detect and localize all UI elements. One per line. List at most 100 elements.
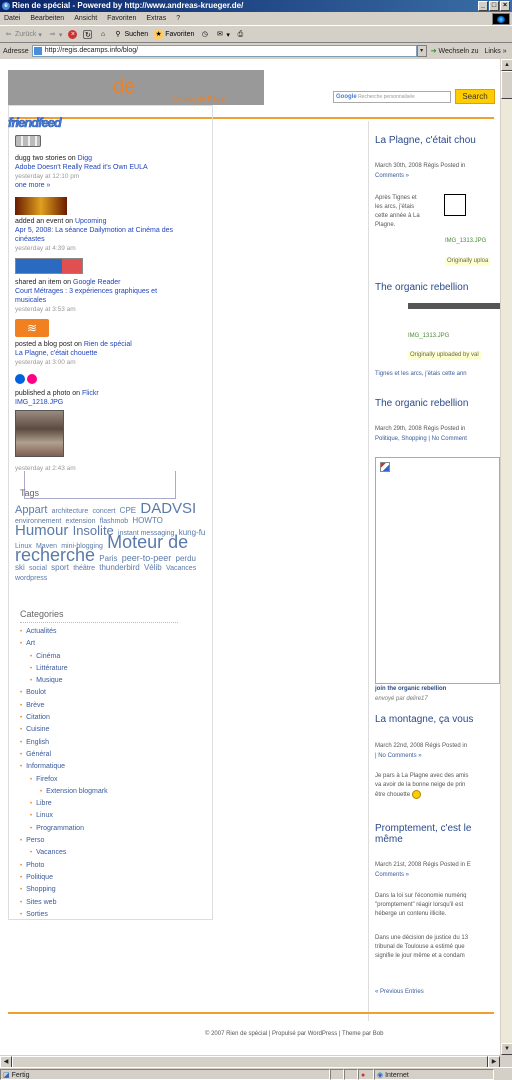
post-title-link[interactable]: La Plagne, c'était chou [375,135,476,146]
tag-link[interactable]: peer-to-peer [122,553,172,563]
post-title-link-continued[interactable]: même [375,834,403,845]
one-more-link[interactable]: one more » [15,181,148,190]
back-button[interactable]: ⇐ Zurück ▾ [4,30,42,39]
scroll-thumb[interactable] [501,71,512,99]
close-button[interactable]: × [500,1,510,11]
category-item[interactable]: • Boulot [20,687,108,699]
flickr-photo-thumbnail[interactable] [15,410,64,457]
feed-service-link[interactable]: Digg [78,155,92,162]
category-item[interactable]: • Politique [20,872,108,884]
category-item[interactable]: • Brève [20,700,108,712]
video-caption-link[interactable]: join the organic rebellion [375,685,446,694]
tag-link[interactable]: wordpress [15,575,47,582]
post-categories[interactable]: Politique, Shopping | No Comment [375,435,467,444]
go-button[interactable]: ➔ Wechseln zu [431,47,479,55]
post-comments-link[interactable]: | No Comments » [375,752,422,761]
stop-button[interactable]: × [68,30,78,39]
category-item[interactable]: • Musique [20,675,108,687]
category-item[interactable]: • Cuisine [20,724,108,736]
category-item[interactable]: • Vacances [20,847,108,859]
feed-title-link[interactable]: Apr 5, 2008: La séance Dailymotion at Ci… [15,226,185,244]
embedded-video[interactable] [375,457,500,684]
category-item[interactable]: • Shopping [20,884,108,896]
feed-title-link[interactable]: La Plagne, c'était chouette [15,349,132,358]
menu-help[interactable]: ? [176,15,180,22]
post-image[interactable] [444,194,466,216]
category-item[interactable]: • Extension blogmark [20,786,108,798]
post-title-link[interactable]: La montagne, ça vous [375,714,473,725]
favorites-button[interactable]: ★ Favoriten [154,30,194,39]
tag-link[interactable]: HOWTO [132,516,163,525]
scroll-up-button[interactable]: ▲ [501,59,512,71]
menu-favoriten[interactable]: Favoriten [107,15,136,22]
search-submit-button[interactable]: Search [455,89,495,104]
category-item[interactable]: • Littérature [20,663,108,675]
tag-link[interactable]: concert [92,508,115,515]
feed-title-link[interactable]: Court Métrages : 3 expériences graphique… [15,287,190,305]
address-dropdown-button[interactable]: ▾ [416,45,427,57]
category-item[interactable]: • Actualités [20,626,108,638]
tag-link[interactable]: Vacances [166,565,196,572]
tag-link[interactable]: architecture [52,508,89,515]
feed-service-link[interactable]: Rien de spécial [84,341,132,348]
maximize-button[interactable]: □ [489,1,499,11]
tag-link[interactable]: Vélib [144,563,162,572]
menu-bearbeiten[interactable]: Bearbeiten [30,15,64,22]
tag-link[interactable]: thunderbird [99,563,139,572]
feed-title-link[interactable]: Adobe Doesn't Really Read it's Own EULA [15,163,148,172]
blog-header[interactable]: de Le blog de Régis [8,70,264,105]
category-item[interactable]: • English [20,737,108,749]
tag-link[interactable]: CPE [120,506,136,515]
mail-button[interactable]: ✉ ▾ [215,30,230,39]
post-title-link[interactable]: The organic rebellion [375,282,468,293]
category-item[interactable]: • Firefox [20,774,108,786]
category-item[interactable]: • Informatique [20,761,108,773]
tag-link[interactable]: Appart [15,504,47,516]
menu-datei[interactable]: Datei [4,15,20,22]
post-comments-link[interactable]: Comments » [375,172,409,181]
category-item[interactable]: • Programmation [20,823,108,835]
tag-link[interactable]: Paris [99,554,117,563]
tag-link[interactable]: sport [51,563,69,572]
post-title-link[interactable]: The organic rebellion [375,398,468,409]
minimize-button[interactable]: _ [478,1,488,11]
post-image[interactable] [408,303,500,309]
address-input[interactable]: http://regis.decamps.info/blog/ [31,45,417,57]
post-title-link[interactable]: Promptement, c'est le [375,823,471,834]
feed-service-link[interactable]: Flickr [82,390,99,397]
category-item[interactable]: • Général [20,749,108,761]
category-item[interactable]: • Photo [20,860,108,872]
feed-service-link[interactable]: Upcoming [75,218,107,225]
previous-entries-link[interactable]: « Previous Entries [375,988,424,997]
tag-link[interactable]: théâtre [73,565,95,572]
home-button[interactable]: ⌂ [98,30,107,39]
post-comments-link[interactable]: Comments » [375,871,409,880]
history-button[interactable]: ◷ [200,30,209,39]
category-item[interactable]: • Sorties [20,909,108,921]
links-button[interactable]: Links » [484,48,506,55]
category-item[interactable]: • Libre [20,798,108,810]
scroll-down-button[interactable]: ▼ [501,1043,512,1055]
tag-link[interactable]: ski [15,563,25,572]
category-item[interactable]: • Perso [20,835,108,847]
category-item[interactable]: • Linux [20,810,108,822]
friendfeed-logo[interactable]: friendfeed [8,115,62,131]
feed-title-link[interactable]: IMG_1218.JPG [15,398,99,407]
feed-service-link[interactable]: Google Reader [73,279,120,286]
print-button[interactable]: ⎙ [236,30,245,39]
category-item[interactable]: • Cinéma [20,651,108,663]
tag-link[interactable]: Humour [15,522,68,539]
menu-extras[interactable]: Extras [146,15,166,22]
vertical-scrollbar[interactable]: ▲ ▼ [500,59,512,1055]
tag-link[interactable]: social [29,565,47,572]
refresh-button[interactable]: ↻ [83,30,93,39]
tag-link[interactable]: perdu [176,554,196,563]
horizontal-scrollbar[interactable]: ◀ ▶ [0,1055,500,1068]
search-input[interactable]: Google Recherche personnalisée [333,91,451,103]
category-item[interactable]: • Citation [20,712,108,724]
category-item[interactable]: • Art [20,638,108,650]
search-button[interactable]: ⚲ Suchen [113,30,148,39]
category-item[interactable]: • Sites web [20,897,108,909]
tag-link[interactable]: DADVSI [140,500,196,517]
menu-ansicht[interactable]: Ansicht [74,15,97,22]
